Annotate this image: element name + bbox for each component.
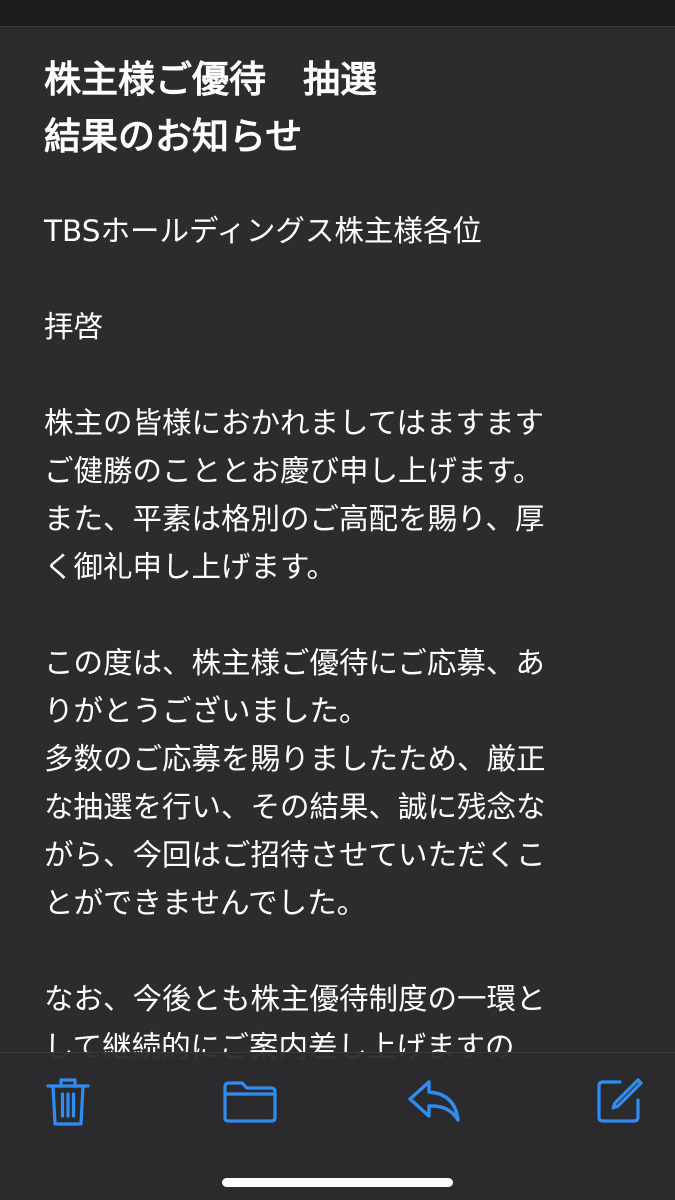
body-line: な抽選を行い、その結果、誠に残念な (44, 790, 546, 824)
body-line: この度は、株主様ご優待にご応募、あ (44, 646, 545, 680)
body-line: なお、今後とも株主優待制度の一環と (44, 982, 546, 1016)
reply-icon (408, 1080, 460, 1122)
subject-line-2: 結果のお知らせ (44, 115, 303, 158)
subject-line-1: 株主様ご優待 抽選 (44, 58, 377, 101)
reply-button[interactable] (406, 1073, 462, 1129)
email-subject: 株主様ご優待 抽選 結果のお知らせ (44, 51, 644, 165)
body-paragraph-1: 株主の皆様におかれましてはますます ご健勝のこととお慶び申し上げます。 また、平… (44, 399, 644, 591)
mail-screen: 株主様ご優待 抽選 結果のお知らせ TBSホールディングス株主様各位 拝啓 株主… (0, 0, 675, 1200)
greeting-text: 拝啓 (44, 310, 104, 344)
email-body: TBSホールディングス株主様各位 拝啓 株主の皆様におかれましてはますます ご健… (44, 207, 644, 1071)
folder-icon (223, 1081, 277, 1123)
compose-button[interactable] (591, 1073, 647, 1129)
delete-button[interactable] (40, 1073, 96, 1129)
home-indicator[interactable] (222, 1178, 453, 1187)
mail-toolbar (0, 1052, 675, 1200)
body-paragraph-2: この度は、株主様ご優待にご応募、あ りがとうございました。 多数のご応募を賜りま… (44, 639, 644, 927)
body-line: く御礼申し上げます。 (44, 550, 337, 584)
body-line: 株主の皆様におかれましてはますます (44, 406, 545, 440)
trash-icon (46, 1078, 90, 1126)
compose-icon (597, 1078, 643, 1123)
body-line: 多数のご応募を賜りましたため、厳正 (44, 742, 546, 776)
recipient-text: TBSホールディングス株主様各位 (44, 214, 482, 248)
email-message: 株主様ご優待 抽選 結果のお知らせ TBSホールディングス株主様各位 拝啓 株主… (0, 26, 675, 1200)
move-to-folder-button[interactable] (222, 1073, 278, 1129)
recipient-line: TBSホールディングス株主様各位 (44, 207, 644, 255)
greeting: 拝啓 (44, 303, 644, 351)
body-line: りがとうございました。 (44, 694, 369, 728)
body-line: また、平素は格別のご高配を賜り、厚 (44, 502, 545, 536)
body-line: とができませんでした。 (44, 886, 367, 920)
body-line: ご健勝のこととお慶び申し上げます。 (44, 454, 543, 488)
body-line: がら、今回はご招待させていただくこ (44, 838, 546, 872)
